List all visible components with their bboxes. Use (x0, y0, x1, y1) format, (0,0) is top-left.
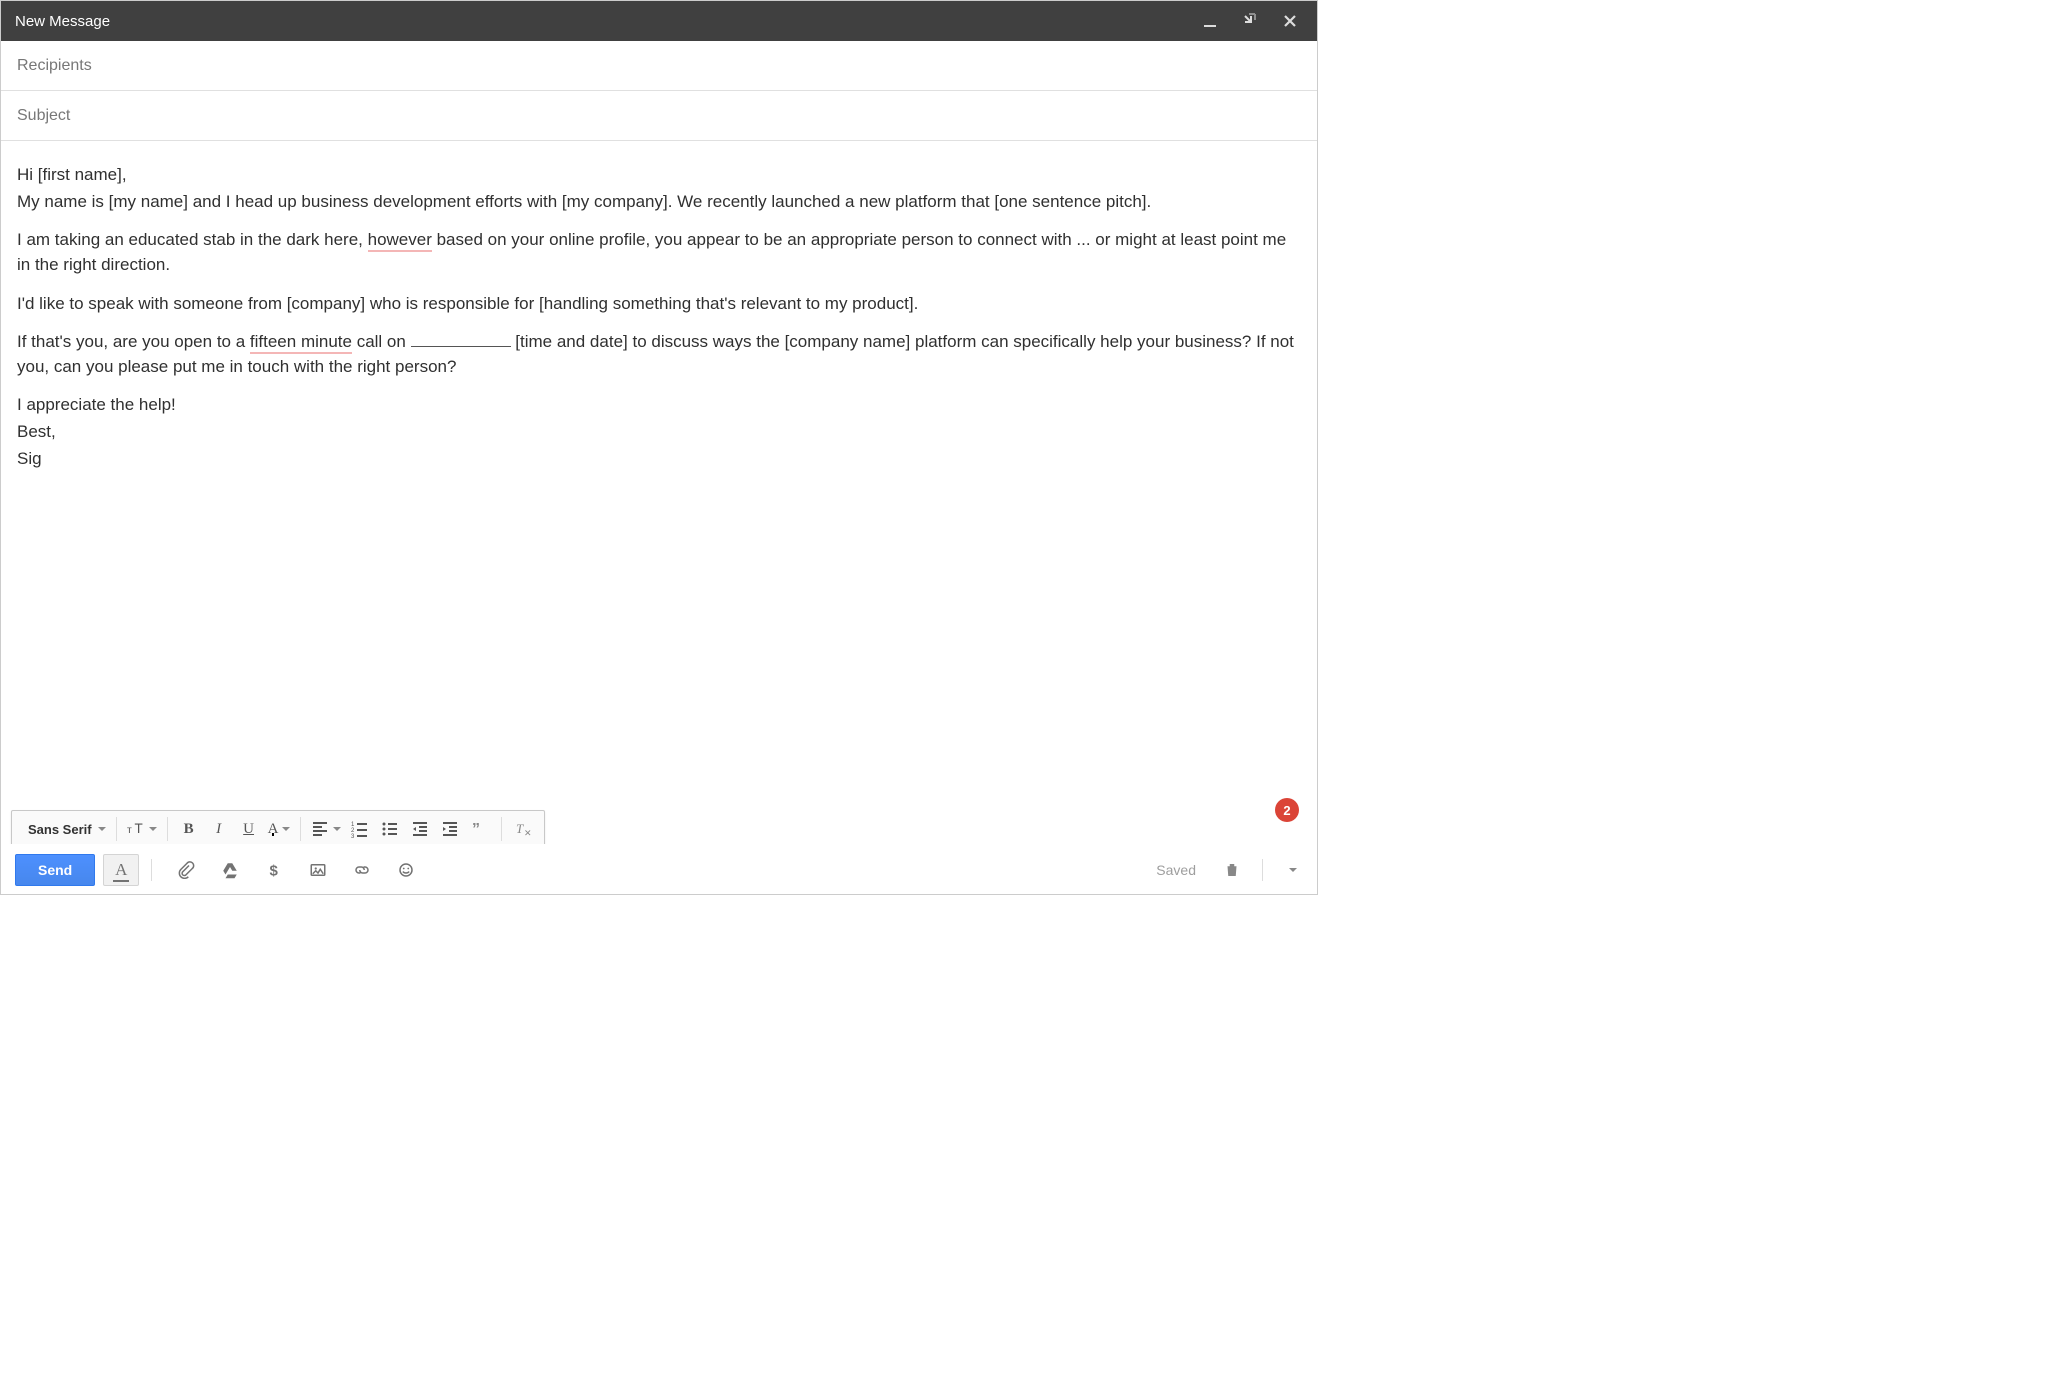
body-line: My name is [my name] and I head up busin… (17, 192, 1151, 211)
compose-actionbar: Send A $ Saved (1, 844, 1317, 894)
svg-text:✕: ✕ (524, 828, 532, 838)
bold-button[interactable]: B (174, 814, 204, 844)
body-line: Sig (17, 449, 42, 468)
saved-status: Saved (1156, 862, 1196, 878)
remove-formatting-button[interactable]: T✕ (508, 814, 538, 844)
body-line: I'd like to speak with someone from [com… (17, 294, 918, 313)
caret-down-icon (1289, 868, 1297, 872)
notification-badge[interactable]: 2 (1275, 798, 1299, 822)
remove-formatting-icon: T✕ (514, 820, 532, 838)
font-size-dropdown[interactable]: тT (123, 814, 161, 844)
separator (1262, 859, 1263, 881)
insert-drive-button[interactable] (212, 854, 248, 886)
compose-titlebar: New Message (1, 1, 1317, 41)
subject-input[interactable] (17, 107, 1301, 125)
minimize-button[interactable] (1197, 8, 1223, 34)
link-icon (353, 861, 371, 879)
body-line: If that's you, are you open to a (17, 332, 250, 351)
trash-icon (1223, 861, 1241, 879)
body-line: I am taking an educated stab in the dark… (17, 230, 368, 249)
formatting-toggle-button[interactable]: A (103, 854, 139, 886)
align-left-icon (311, 820, 329, 838)
svg-text:T: T (134, 821, 142, 836)
separator (116, 817, 117, 841)
discard-draft-button[interactable] (1214, 854, 1250, 886)
underline-button[interactable]: U (234, 814, 264, 844)
italic-button[interactable]: I (204, 814, 234, 844)
subject-row (1, 91, 1317, 141)
dollar-icon: $ (265, 861, 283, 879)
drive-icon (221, 861, 239, 879)
indent-less-icon (411, 820, 429, 838)
paperclip-icon (177, 861, 195, 879)
grammar-flag: however (368, 230, 432, 252)
separator (167, 817, 168, 841)
attach-file-button[interactable] (168, 854, 204, 886)
numbered-list-icon: 123 (351, 820, 369, 838)
formatting-toolbar: Sans Serif тT B I U A 123 ” T✕ (11, 810, 545, 848)
body-line: I appreciate the help! (17, 395, 176, 414)
insert-link-button[interactable] (344, 854, 380, 886)
insert-emoji-button[interactable] (388, 854, 424, 886)
grammar-flag: fifteen minute (250, 332, 352, 354)
numbered-list-button[interactable]: 123 (345, 814, 375, 844)
body-line: Best, (17, 422, 56, 441)
close-button[interactable] (1277, 8, 1303, 34)
emoji-icon (397, 861, 415, 879)
blank-line (411, 330, 511, 347)
indent-more-icon (441, 820, 459, 838)
svg-text:T: T (516, 821, 524, 836)
popout-button[interactable] (1237, 8, 1263, 34)
font-family-dropdown[interactable]: Sans Serif (18, 814, 110, 844)
body-line: Hi [first name], (17, 165, 127, 184)
insert-money-button[interactable]: $ (256, 854, 292, 886)
text-format-icon: A (111, 860, 131, 880)
svg-text:т: т (127, 824, 132, 836)
quote-button[interactable]: ” (465, 814, 495, 844)
separator (151, 859, 152, 881)
insert-photo-button[interactable] (300, 854, 336, 886)
caret-down-icon (333, 827, 341, 831)
quote-icon: ” (471, 820, 489, 838)
separator (300, 817, 301, 841)
bulleted-list-icon (381, 820, 399, 838)
bulleted-list-button[interactable] (375, 814, 405, 844)
text-size-icon: тT (127, 820, 145, 838)
send-button[interactable]: Send (15, 854, 95, 886)
body-line: call on (352, 332, 411, 351)
text-color-dropdown[interactable]: A (264, 814, 295, 844)
caret-down-icon (282, 827, 290, 831)
recipients-input[interactable] (17, 57, 1301, 75)
image-icon (309, 861, 327, 879)
caret-down-icon (98, 827, 106, 831)
svg-text:”: ” (472, 821, 480, 838)
align-dropdown[interactable] (307, 814, 345, 844)
svg-text:$: $ (270, 862, 279, 879)
separator (501, 817, 502, 841)
svg-text:3: 3 (351, 834, 355, 838)
recipients-row (1, 41, 1317, 91)
more-options-button[interactable] (1279, 854, 1303, 886)
message-body[interactable]: Hi [first name], My name is [my name] an… (1, 141, 1317, 781)
indent-less-button[interactable] (405, 814, 435, 844)
indent-more-button[interactable] (435, 814, 465, 844)
window-title: New Message (15, 13, 110, 30)
caret-down-icon (149, 827, 157, 831)
